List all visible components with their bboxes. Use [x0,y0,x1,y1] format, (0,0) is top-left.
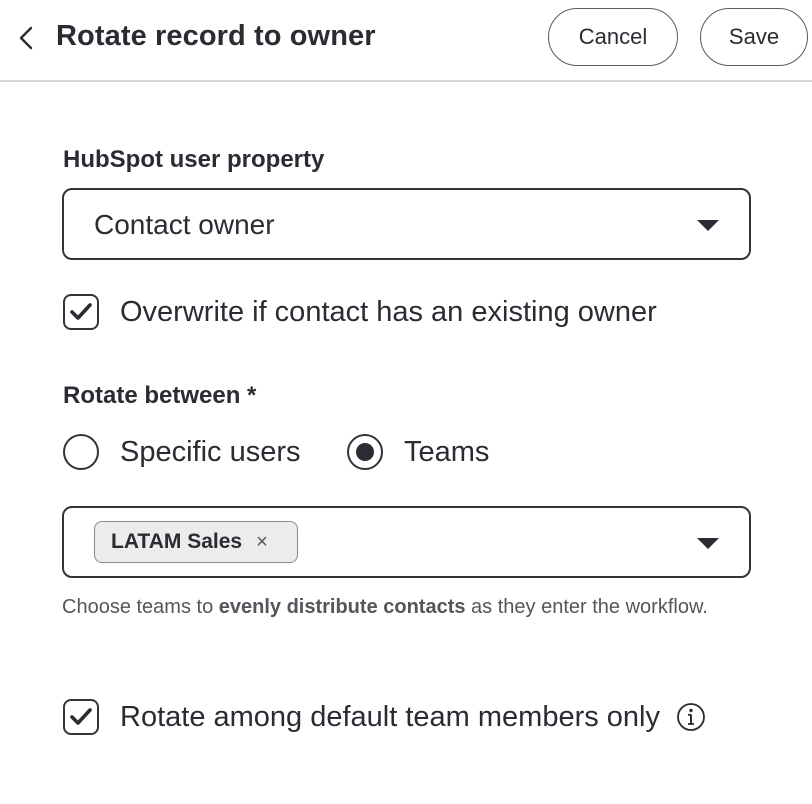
checkmark-icon [70,708,92,725]
chevron-left-icon [19,26,33,50]
rotate-owner-panel: Rotate record to owner Cancel Save HubSp… [0,0,812,804]
team-tag: LATAM Sales × [94,521,298,563]
user-property-value: Contact owner [94,209,275,240]
rotate-between-label: Rotate between * [63,382,257,409]
user-property-label: HubSpot user property [63,146,325,173]
radio-button-unselected[interactable] [63,434,99,470]
help-text-emphasis: evenly distribute contacts [218,596,466,618]
radio-teams-label: Teams [404,435,490,468]
teams-select[interactable]: LATAM Sales × [62,506,751,578]
info-icon[interactable] [676,702,706,732]
radio-button-selected[interactable] [347,434,383,470]
back-button[interactable] [14,22,38,54]
user-property-select[interactable]: Contact owner [62,188,751,260]
radio-specific-users-label: Specific users [120,435,301,468]
cancel-button[interactable]: Cancel [548,8,678,66]
remove-tag-icon[interactable]: × [256,532,268,552]
default-members-checkbox-label: Rotate among default team members only [120,700,660,733]
overwrite-checkbox-row[interactable]: Overwrite if contact has an existing own… [63,294,657,330]
overwrite-checkbox[interactable] [63,294,99,330]
caret-down-icon [697,220,719,231]
radio-selected-dot [356,443,374,461]
panel-header: Rotate record to owner Cancel Save [0,0,812,82]
default-members-checkbox-row[interactable]: Rotate among default team members only [63,699,706,735]
page-title: Rotate record to owner [56,20,376,52]
help-text-suffix: as they enter the workflow. [465,596,708,618]
caret-down-icon [697,538,719,549]
save-button[interactable]: Save [700,8,808,66]
teams-help-text: Choose teams to evenly distribute contac… [62,586,742,628]
checkmark-icon [70,303,92,320]
overwrite-checkbox-label: Overwrite if contact has an existing own… [120,295,657,328]
team-tag-label: LATAM Sales [111,530,243,553]
default-members-checkbox[interactable] [63,699,99,735]
radio-teams[interactable]: Teams [347,434,489,470]
radio-specific-users[interactable]: Specific users [63,434,301,470]
help-text-prefix: Choose teams to [62,596,219,618]
